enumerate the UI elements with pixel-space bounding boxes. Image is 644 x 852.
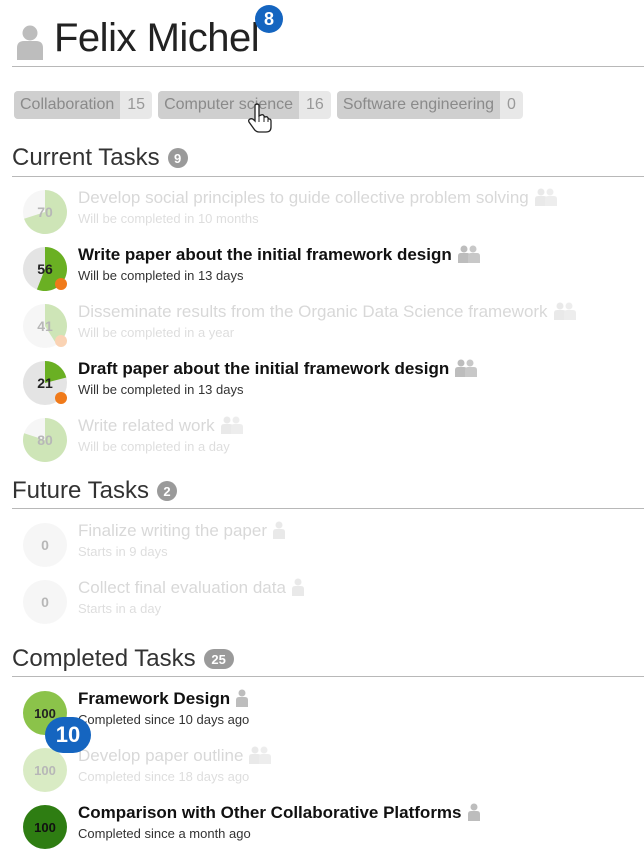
task-row[interactable]: 100 Framework Design Completed since 10 da… [22,688,644,738]
divider [12,66,644,67]
page-title: Felix Michel [54,16,260,60]
section-title: Future Tasks [12,477,149,504]
progress-pie: 70 [23,190,67,234]
task-status: Completed since 18 days ago [78,769,250,784]
task-status: Will be completed in 13 days [78,382,244,397]
progress-value: 70 [37,204,53,220]
callout-badge: 10 [45,717,91,753]
task-status: Starts in 9 days [78,544,168,559]
person-icon [272,521,285,539]
progress-value: 80 [37,432,53,448]
task-title[interactable]: Write paper about the initial framework … [78,245,480,265]
task-status: Completed since 10 days ago [78,712,250,727]
section-title: Current Tasks [12,144,160,171]
tag-label: Computer science [158,91,300,119]
person-icon [291,578,304,596]
task-title-text: Write related work [78,416,215,435]
person-icon [236,689,249,707]
alert-dot [55,335,67,347]
tag-count: 0 [507,96,516,113]
group-icon [553,302,576,320]
person-icon [467,803,480,821]
section-future-tasks: Future Tasks 2 [12,477,177,505]
progress-pie: 56 [23,247,67,291]
task-status: Starts in a day [78,601,162,616]
group-icon [457,245,480,263]
divider [12,676,644,677]
task-title[interactable]: Develop paper outline [78,746,272,766]
progress-value: 41 [37,318,53,334]
progress-pie: 0 [23,580,67,624]
count-badge: 9 [167,148,188,168]
task-row[interactable]: 100 Comparison with Other Collaborative P… [22,802,644,852]
task-title-text: Develop paper outline [78,746,244,765]
alert-dot [55,278,67,290]
task-title[interactable]: Write related work [78,416,243,436]
callout-badge: 8 [255,5,283,33]
user-avatar-icon [17,25,43,60]
task-row[interactable]: 0 Collect final evaluation data Starts in … [22,577,644,627]
task-status: Will be completed in 13 days [78,268,244,283]
task-title-text: Develop social principles to guide colle… [78,188,529,207]
task-title-text: Finalize writing the paper [78,521,267,540]
group-icon [455,359,478,377]
task-row[interactable]: 56 Write paper about the initial framewor… [22,244,644,294]
tag-software-engineering[interactable]: Software engineering 0 [336,91,523,119]
task-status: Will be completed in 10 months [78,211,259,226]
progress-value: 100 [34,820,56,835]
task-row[interactable]: 100 Develop paper outline Completed since … [22,745,644,795]
divider [12,508,644,509]
section-completed-tasks: Completed Tasks 25 [12,645,234,673]
tag-count: 15 [127,96,146,113]
progress-value: 21 [37,375,53,391]
tag-label: Collaboration [14,91,121,119]
task-row[interactable]: 80 Write related work Will be completed in… [22,415,644,465]
group-icon [220,416,243,434]
tag-label: Software engineering [336,91,501,119]
task-title[interactable]: Comparison with Other Collaborative Plat… [78,803,480,823]
section-current-tasks: Current Tasks 9 [12,144,188,172]
count-badge: 2 [156,481,177,501]
progress-pie: 21 [23,361,67,405]
progress-pie: 80 [23,418,68,462]
tag-collaboration[interactable]: Collaboration 15 [14,91,153,119]
task-title[interactable]: Draft paper about the initial framework … [78,359,478,379]
divider [12,176,644,177]
alert-dot [55,392,67,404]
task-row[interactable]: 0 Finalize writing the paper Starts in 9 d… [22,520,644,570]
task-status: Completed since a month ago [78,826,251,841]
group-icon [534,188,557,206]
progress-value: 0 [41,594,49,610]
count-badge: 25 [203,649,234,669]
progress-value: 100 [34,763,56,778]
task-title-text: Disseminate results from the Organic Dat… [78,302,548,321]
task-title-text: Collect final evaluation data [78,578,286,597]
tag-count: 16 [306,96,324,113]
task-title[interactable]: Finalize writing the paper [78,521,285,541]
progress-value: 56 [37,261,53,277]
task-status: Will be completed in a day [78,439,230,454]
task-row[interactable]: 70 Develop social principles to guide col… [22,187,644,237]
tag-computer-science[interactable]: Computer science 16 [158,91,331,119]
hand-cursor-icon [248,103,272,133]
section-title: Completed Tasks [12,645,196,672]
progress-pie: 100 [23,805,67,849]
task-title-text: Write paper about the initial framework … [78,245,452,264]
task-title[interactable]: Develop social principles to guide colle… [78,188,557,208]
progress-pie: 100 [23,748,67,792]
task-status: Will be completed in a year [78,325,235,340]
task-title[interactable]: Collect final evaluation data [78,578,304,598]
task-title-text: Comparison with Other Collaborative Plat… [78,803,462,822]
progress-pie: 0 [23,523,67,567]
task-title[interactable]: Disseminate results from the Organic Dat… [78,302,576,322]
progress-value: 0 [41,537,49,553]
group-icon [249,746,272,764]
task-title-text: Draft paper about the initial framework … [78,359,450,378]
task-row[interactable]: 21 Draft paper about the initial framewor… [22,358,644,408]
task-row[interactable]: 41 Disseminate results from the Organic D… [22,301,644,351]
progress-pie: 41 [23,304,68,348]
task-title-text: Framework Design [78,689,231,708]
task-title[interactable]: Framework Design [78,689,249,709]
